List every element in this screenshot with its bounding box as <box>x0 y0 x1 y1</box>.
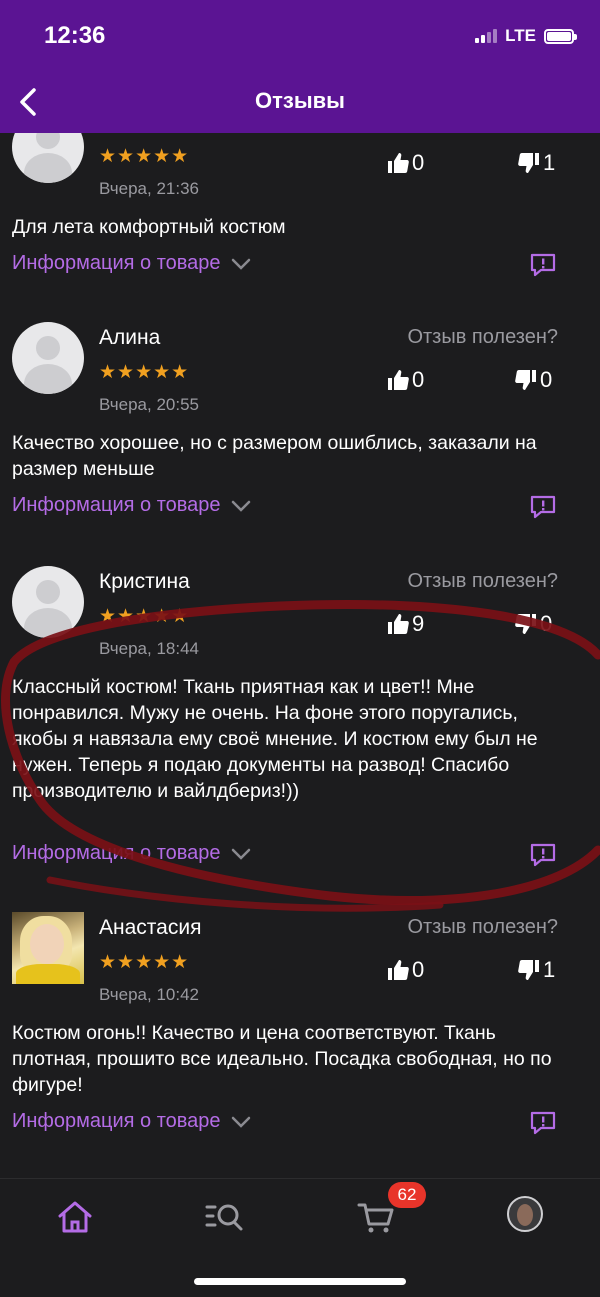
rating-stars: ★★★★★ <box>99 146 190 167</box>
dislike-button[interactable]: 0 <box>514 611 552 637</box>
cart-count-badge: 62 <box>388 1182 426 1208</box>
reviewer-name: Кристина <box>99 570 190 593</box>
report-icon[interactable] <box>529 1110 557 1136</box>
thumbs-up-icon <box>388 614 409 634</box>
profile-avatar[interactable] <box>507 1196 543 1232</box>
product-info-link[interactable]: Информация о товаре <box>12 494 251 517</box>
review-date: Вчера, 20:55 <box>99 395 199 414</box>
product-info-label: Информация о товаре <box>12 252 221 274</box>
review-card: Анастасия Отзыв полезен? ★★★★★ Вчера, 10… <box>0 912 600 1178</box>
product-info-link[interactable]: Информация о товаре <box>12 252 251 275</box>
top-app-bar: 12:36 LTE Отзывы <box>0 0 600 133</box>
review-text: Классный костюм! Ткань приятная как и цв… <box>12 676 538 802</box>
catalog-search-icon[interactable] <box>204 1197 244 1237</box>
product-info-label: Информация о товаре <box>12 842 221 864</box>
dislike-count: 1 <box>543 957 556 982</box>
thumbs-down-icon <box>518 960 539 980</box>
avatar <box>12 912 84 984</box>
dislike-button[interactable]: 1 <box>517 957 555 983</box>
like-button[interactable]: 0 <box>386 367 424 393</box>
report-icon[interactable] <box>529 494 557 520</box>
dislike-button[interactable]: 1 <box>517 150 555 176</box>
like-count: 9 <box>412 611 425 636</box>
like-count: 0 <box>412 367 425 392</box>
thumbs-up-icon <box>388 370 409 390</box>
thumbs-up-icon <box>388 960 409 980</box>
avatar <box>12 322 84 394</box>
review-text: Для лета комфортный костюм <box>12 216 286 238</box>
chevron-down-icon <box>231 500 250 512</box>
chevron-down-icon <box>231 258 250 270</box>
review-card: Алина Отзыв полезен? ★★★★★ Вчера, 20:55 … <box>0 322 600 542</box>
thumbs-down-icon <box>518 153 539 173</box>
helpful-question: Отзыв полезен? <box>407 570 558 592</box>
like-count: 0 <box>412 150 425 175</box>
review-date: Вчера, 18:44 <box>99 639 199 658</box>
signal-icon <box>475 29 498 43</box>
thumbs-down-icon <box>515 614 536 634</box>
rating-stars: ★★★★★ <box>99 606 190 627</box>
home-icon[interactable] <box>55 1197 95 1237</box>
page-title: Отзывы <box>255 88 345 113</box>
dislike-count: 1 <box>543 150 556 175</box>
product-info-label: Информация о товаре <box>12 494 221 516</box>
report-icon[interactable] <box>529 252 557 278</box>
like-count: 0 <box>412 957 425 982</box>
thumbs-down-icon <box>515 370 536 390</box>
reviewer-name: Анастасия <box>99 916 202 939</box>
dislike-count: 0 <box>540 367 553 392</box>
thumbs-up-icon <box>388 153 409 173</box>
like-button[interactable]: 0 <box>386 957 424 983</box>
reviews-list[interactable]: ★★★★★ Вчера, 21:36 0 1 Для лета комфортн… <box>0 133 600 1178</box>
review-text: Качество хорошее, но с размером ошиблись… <box>12 432 537 480</box>
review-card: Кристина Отзыв полезен? ★★★★★ Вчера, 18:… <box>0 566 600 886</box>
review-date: Вчера, 21:36 <box>99 179 199 198</box>
battery-icon <box>544 28 577 44</box>
product-info-label: Информация о товаре <box>12 1110 221 1132</box>
review-date: Вчера, 10:42 <box>99 985 199 1004</box>
like-button[interactable]: 0 <box>386 150 424 176</box>
review-card: ★★★★★ Вчера, 21:36 0 1 Для лета комфортн… <box>0 133 600 300</box>
chevron-down-icon <box>231 1116 250 1128</box>
helpful-question: Отзыв полезен? <box>407 916 558 938</box>
avatar <box>12 133 84 183</box>
like-button[interactable]: 9 <box>386 611 424 637</box>
network-label: LTE <box>505 26 536 45</box>
home-indicator <box>194 1278 406 1285</box>
reviewer-name: Алина <box>99 326 161 349</box>
product-info-link[interactable]: Информация о товаре <box>12 842 251 865</box>
helpful-question: Отзыв полезен? <box>407 326 558 348</box>
dislike-button[interactable]: 0 <box>514 367 552 393</box>
review-text: Костюм огонь!! Качество и цена соответст… <box>12 1022 552 1096</box>
avatar <box>12 566 84 638</box>
status-time: 12:36 <box>44 22 106 49</box>
status-indicators: LTE <box>475 26 577 46</box>
rating-stars: ★★★★★ <box>99 362 190 383</box>
dislike-count: 0 <box>540 611 553 636</box>
chevron-down-icon <box>231 848 250 860</box>
report-icon[interactable] <box>529 842 557 868</box>
product-info-link[interactable]: Информация о товаре <box>12 1110 251 1133</box>
rating-stars: ★★★★★ <box>99 952 190 973</box>
